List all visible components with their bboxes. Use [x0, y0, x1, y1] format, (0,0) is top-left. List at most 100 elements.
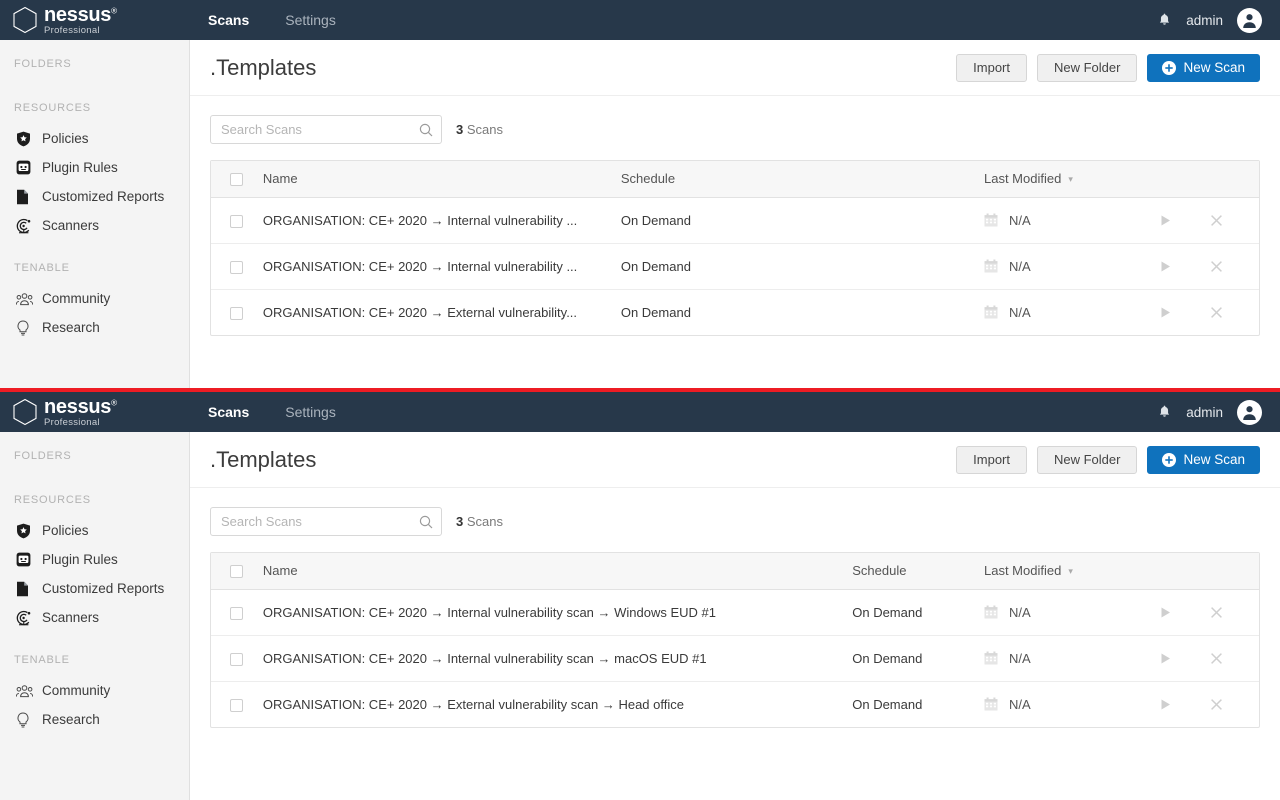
close-x-icon[interactable] [1210, 306, 1223, 319]
close-x-icon[interactable] [1210, 698, 1223, 711]
close-x-icon[interactable] [1210, 260, 1223, 273]
sidebar-item-community[interactable]: Community [0, 676, 189, 705]
close-x-icon[interactable] [1210, 652, 1223, 665]
row-schedule-cell: On Demand [852, 696, 923, 712]
sidebar-item-community[interactable]: Community [0, 284, 189, 313]
sidebar-item-label: Community [42, 683, 111, 698]
search-input[interactable] [221, 514, 419, 529]
import-button[interactable]: Import [956, 53, 1027, 82]
search-icon[interactable] [419, 123, 433, 137]
sidebar-group-tenable: TENABLE [14, 654, 70, 666]
select-all-checkbox[interactable] [230, 565, 244, 579]
sidebar-item-scanners[interactable]: Scanners [0, 211, 189, 240]
table-toolbar: 3 Scans [190, 96, 1280, 144]
sidebar-item-customized-reports[interactable]: Customized Reports [0, 182, 189, 211]
new-folder-button[interactable]: New Folder [1037, 445, 1138, 474]
brand-name: nessus® [44, 3, 117, 26]
close-x-icon[interactable] [1210, 214, 1223, 227]
sidebar-item-label: Policies [42, 523, 89, 538]
page-body-bottom: FOLDERS RESOURCES Policies Plugin Rules [0, 432, 1280, 800]
brand-logo[interactable]: nessus® Professional [0, 392, 190, 432]
table-row[interactable]: ORGANISATION: CE+ 2020 → Internal vulner… [211, 635, 1259, 682]
row-select-cell [211, 243, 263, 290]
new-folder-button[interactable]: New Folder [1037, 53, 1138, 82]
table-row[interactable]: ORGANISATION: CE+ 2020 → External vulner… [211, 681, 1259, 727]
play-icon[interactable] [1159, 214, 1172, 227]
row-checkbox[interactable] [230, 606, 244, 620]
row-checkbox[interactable] [230, 652, 244, 666]
column-header-name[interactable]: Name [262, 553, 853, 590]
column-header-schedule[interactable]: Schedule [852, 553, 984, 590]
row-actions-cell [1145, 289, 1259, 335]
play-icon[interactable] [1159, 652, 1172, 665]
row-checkbox[interactable] [230, 306, 244, 320]
nav-tab-scans[interactable]: Scans [190, 392, 267, 432]
scanner-radar-icon [16, 218, 38, 234]
sidebar: FOLDERS RESOURCES Policies Plugin Rules [0, 432, 190, 800]
row-checkbox[interactable] [230, 698, 244, 712]
table-row[interactable]: ORGANISATION: CE+ 2020 → Internal vulner… [211, 243, 1259, 290]
sidebar-item-customized-reports[interactable]: Customized Reports [0, 574, 189, 603]
top-navbar: nessus® Professional Scans Settings admi… [0, 392, 1280, 432]
table-row[interactable]: ORGANISATION: CE+ 2020 → Internal vulner… [211, 197, 1259, 244]
search-icon[interactable] [419, 515, 433, 529]
sidebar-item-policies[interactable]: Policies [0, 516, 189, 545]
play-icon[interactable] [1159, 260, 1172, 273]
sidebar-item-label: Community [42, 291, 111, 306]
new-scan-button[interactable]: New Scan [1147, 445, 1260, 474]
user-avatar[interactable] [1237, 399, 1262, 425]
nav-tab-scans[interactable]: Scans [190, 0, 267, 40]
row-checkbox[interactable] [230, 260, 244, 274]
user-avatar[interactable] [1237, 7, 1262, 33]
brand-logo[interactable]: nessus® Professional [0, 0, 190, 40]
bell-icon[interactable] [1157, 12, 1172, 28]
sidebar-group-resources: RESOURCES [14, 102, 91, 114]
sidebar-group-folders: FOLDERS [14, 58, 72, 70]
search-box[interactable] [210, 507, 442, 536]
close-x-icon[interactable] [1210, 606, 1223, 619]
row-select-cell [211, 635, 263, 682]
row-last-modified-cell: N/A [984, 589, 1145, 636]
sidebar-item-policies[interactable]: Policies [0, 124, 189, 153]
scans-table: Name Schedule Last Modified ▾ ORGANISATIO… [211, 553, 1259, 727]
play-icon[interactable] [1159, 306, 1172, 319]
row-actions-cell [1144, 197, 1259, 244]
scan-name: ORGANISATION: CE+ 2020 → External vulner… [262, 304, 578, 320]
nav-tab-settings[interactable]: Settings [267, 392, 354, 432]
bell-icon[interactable] [1157, 404, 1172, 420]
scan-count: 3 Scans [456, 122, 503, 137]
column-header-schedule[interactable]: Schedule [620, 161, 984, 198]
table-row[interactable]: ORGANISATION: CE+ 2020 → Internal vulner… [211, 589, 1259, 636]
row-name-cell: ORGANISATION: CE+ 2020 → External vulner… [263, 681, 852, 727]
calendar-icon [984, 697, 998, 711]
select-all-checkbox[interactable] [230, 173, 244, 187]
navbar-right: admin [1157, 7, 1280, 33]
row-name-cell: ORGANISATION: CE+ 2020 → Internal vulner… [262, 197, 621, 244]
row-checkbox[interactable] [230, 214, 244, 228]
search-input[interactable] [221, 122, 419, 137]
sidebar-item-scanners[interactable]: Scanners [0, 603, 189, 632]
import-button[interactable]: Import [956, 445, 1027, 474]
navbar-tabs: Scans Settings [190, 0, 354, 40]
select-all-cell [211, 553, 263, 590]
sidebar-item-research[interactable]: Research [0, 705, 189, 734]
sidebar-item-plugin-rules[interactable]: Plugin Rules [0, 153, 189, 182]
table-row[interactable]: ORGANISATION: CE+ 2020 → External vulner… [211, 289, 1259, 335]
user-avatar-icon [1243, 13, 1256, 28]
play-icon[interactable] [1159, 698, 1172, 711]
sort-caret-icon: ▾ [1068, 174, 1073, 185]
search-box[interactable] [210, 115, 442, 144]
new-scan-button[interactable]: New Scan [1147, 53, 1260, 82]
row-actions-cell [1145, 681, 1259, 727]
sidebar-group-resources: RESOURCES [14, 494, 91, 506]
column-header-last-modified[interactable]: Last Modified ▾ [984, 161, 1259, 198]
column-header-name[interactable]: Name [262, 161, 621, 198]
nav-tab-settings[interactable]: Settings [267, 0, 354, 40]
play-icon[interactable] [1159, 606, 1172, 619]
column-header-last-modified[interactable]: Last Modified ▾ [984, 553, 1259, 590]
sidebar-item-label: Scanners [42, 610, 100, 625]
row-last-modified-cell: N/A [984, 243, 1145, 290]
sidebar-group-folders: FOLDERS [14, 450, 72, 462]
sidebar-item-plugin-rules[interactable]: Plugin Rules [0, 545, 189, 574]
sidebar-item-research[interactable]: Research [0, 313, 189, 342]
